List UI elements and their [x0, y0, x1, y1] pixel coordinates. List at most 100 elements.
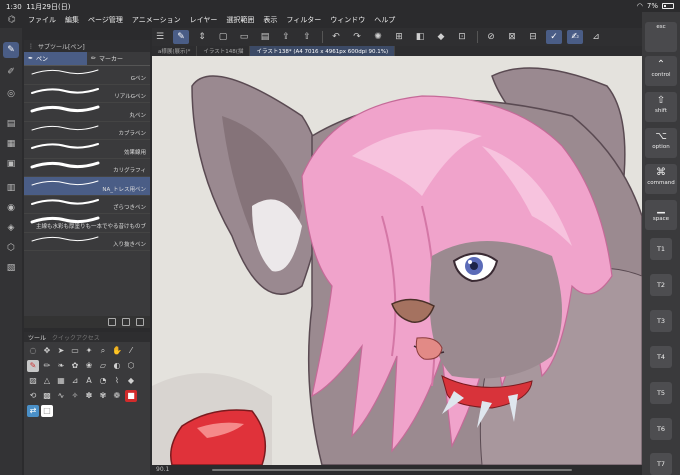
star-icon[interactable]: ✧	[69, 390, 81, 402]
balloon-icon[interactable]: ◔	[97, 375, 109, 387]
deselect-icon[interactable]: ⊘	[483, 30, 499, 44]
t3-key[interactable]: T3	[650, 310, 672, 332]
move-icon[interactable]: ✥	[41, 345, 53, 357]
esc-key[interactable]: esc	[645, 22, 677, 52]
correction-icon[interactable]: ⟲	[27, 390, 39, 402]
brush-item[interactable]: 入り抜きペン	[24, 233, 150, 251]
airbrush-icon[interactable]: ✿	[69, 360, 81, 372]
brush-item[interactable]: Gペン	[24, 66, 150, 85]
ruler-icon[interactable]: ⊿	[588, 30, 604, 44]
option-key[interactable]: ⌥ option	[645, 128, 677, 158]
menu-window[interactable]: ウィンドウ	[330, 15, 365, 25]
doc-tab[interactable]: a様展(展示)*	[152, 46, 198, 56]
t6-key[interactable]: T6	[650, 418, 672, 440]
t2-key[interactable]: T2	[650, 274, 672, 296]
object-icon[interactable]: ➤	[55, 345, 67, 357]
swap-color-icon[interactable]: ⇄	[27, 405, 39, 417]
brush-item[interactable]: カリグラフィ	[24, 159, 150, 177]
menu-help[interactable]: ヘルプ	[374, 15, 395, 25]
pencil-icon[interactable]: ✏	[41, 360, 53, 372]
menu-view[interactable]: 表示	[263, 15, 277, 25]
app-logo-icon[interactable]: ⌬	[8, 14, 22, 26]
t4-key[interactable]: T4	[650, 346, 672, 368]
invert-icon[interactable]: ⊟	[525, 30, 541, 44]
property-panel-icon[interactable]: ▦	[3, 136, 19, 152]
scroll-track[interactable]	[212, 469, 572, 471]
pen-tool-icon[interactable]: ✎	[3, 42, 19, 58]
decoration-icon[interactable]: ❀	[83, 360, 95, 372]
frame-icon[interactable]: ▦	[55, 375, 67, 387]
t7-key[interactable]: T7	[650, 453, 672, 475]
drawing-canvas[interactable]	[152, 56, 642, 465]
image-icon[interactable]: ▧	[3, 260, 19, 276]
grass-icon[interactable]: ✽	[83, 390, 95, 402]
doc-tab[interactable]: イラスト148(描	[197, 46, 251, 56]
transform-icon[interactable]: ⊡	[454, 30, 470, 44]
brush-item[interactable]: 丸ペン	[24, 103, 150, 122]
material-icon[interactable]: ▥	[3, 180, 19, 196]
control-key[interactable]: ⌃ control	[645, 56, 677, 86]
brush-tool-icon[interactable]: ✐	[3, 64, 19, 80]
crop-icon[interactable]: ⊠	[504, 30, 520, 44]
export-icon[interactable]: ⇪	[278, 30, 294, 44]
brush-item[interactable]: 効果線用	[24, 140, 150, 159]
copy-subtool-icon[interactable]	[122, 318, 130, 326]
gradient-icon[interactable]: ▨	[27, 375, 39, 387]
redo-icon[interactable]: ↷	[349, 30, 365, 44]
horizontal-scrollbar[interactable]: 90.1	[152, 465, 642, 475]
fill-icon[interactable]: ⬡	[125, 360, 137, 372]
open-folder-icon[interactable]: ▭	[236, 30, 252, 44]
brush-item[interactable]: ざらつきペン	[24, 196, 150, 214]
curve-icon[interactable]: ∿	[55, 390, 67, 402]
cloud-icon[interactable]: ⇧	[299, 30, 315, 44]
fill-bucket-icon[interactable]: ◆	[433, 30, 449, 44]
loading-icon[interactable]: ✺	[370, 30, 386, 44]
sub-color-icon[interactable]: □	[41, 405, 53, 417]
history-icon[interactable]: ▣	[3, 156, 19, 172]
lasso-icon[interactable]: ◌	[27, 345, 39, 357]
line-correct-icon[interactable]: ⌇	[111, 375, 123, 387]
leaf-icon[interactable]: ✾	[97, 390, 109, 402]
menu-page[interactable]: ページ管理	[88, 15, 123, 25]
new-file-icon[interactable]: ▢	[215, 30, 231, 44]
hand-icon[interactable]: ✋	[111, 345, 123, 357]
flower-icon[interactable]: ❁	[111, 390, 123, 402]
eyedropper-icon[interactable]: ⁄	[125, 345, 137, 357]
save-icon[interactable]: ▤	[257, 30, 273, 44]
stepper-icon[interactable]: ⇕	[194, 30, 210, 44]
pen-icon[interactable]: ✎	[27, 360, 39, 372]
pattern-icon[interactable]: ▩	[41, 390, 53, 402]
tab-pen[interactable]: ✒ ペン	[24, 52, 87, 65]
wand-icon[interactable]: ✦	[83, 345, 95, 357]
delete-subtool-icon[interactable]	[136, 318, 144, 326]
fill-icon[interactable]: ◧	[412, 30, 428, 44]
figure-icon[interactable]: △	[41, 375, 53, 387]
tab-marker[interactable]: ✏ マーカー	[87, 52, 150, 65]
menu-selection[interactable]: 選択範囲	[226, 15, 254, 25]
doc-tab-active[interactable]: イラスト138* (A4 7016 x 4961px 600dpi 90.1%)	[250, 46, 396, 56]
main-color-icon[interactable]: ■	[125, 390, 137, 402]
quick-edit-icon[interactable]: ✎	[173, 30, 189, 44]
text-icon[interactable]: A	[83, 375, 95, 387]
add-subtool-icon[interactable]	[108, 318, 116, 326]
menu-layer[interactable]: レイヤー	[190, 15, 218, 25]
ruler-tool-icon[interactable]: ⊿	[69, 375, 81, 387]
eraser-icon[interactable]: ▱	[97, 360, 109, 372]
select-icon[interactable]: ▭	[69, 345, 81, 357]
menu-filter[interactable]: フィルター	[286, 15, 321, 25]
zoom-icon[interactable]: ⌕	[97, 345, 109, 357]
t1-key[interactable]: T1	[650, 238, 672, 260]
color-wheel-icon[interactable]: ◉	[3, 200, 19, 216]
brush-mode-icon[interactable]: ✍	[567, 30, 583, 44]
shape-icon[interactable]: ◆	[125, 375, 137, 387]
cube-icon[interactable]: ⬡	[3, 240, 19, 256]
brush-item[interactable]: リアルGペン	[24, 85, 150, 103]
undo-icon[interactable]: ↶	[328, 30, 344, 44]
hamburger-icon[interactable]: ☰	[152, 30, 168, 44]
layers-stack-icon[interactable]: ◈	[3, 220, 19, 236]
zoom-value[interactable]: 90.1	[156, 466, 169, 473]
space-key[interactable]: ▁ space	[645, 200, 677, 230]
layer-panel-icon[interactable]: ▤	[3, 116, 19, 132]
menu-animation[interactable]: アニメーション	[132, 15, 181, 25]
pen-mode-icon[interactable]: ✓	[546, 30, 562, 44]
